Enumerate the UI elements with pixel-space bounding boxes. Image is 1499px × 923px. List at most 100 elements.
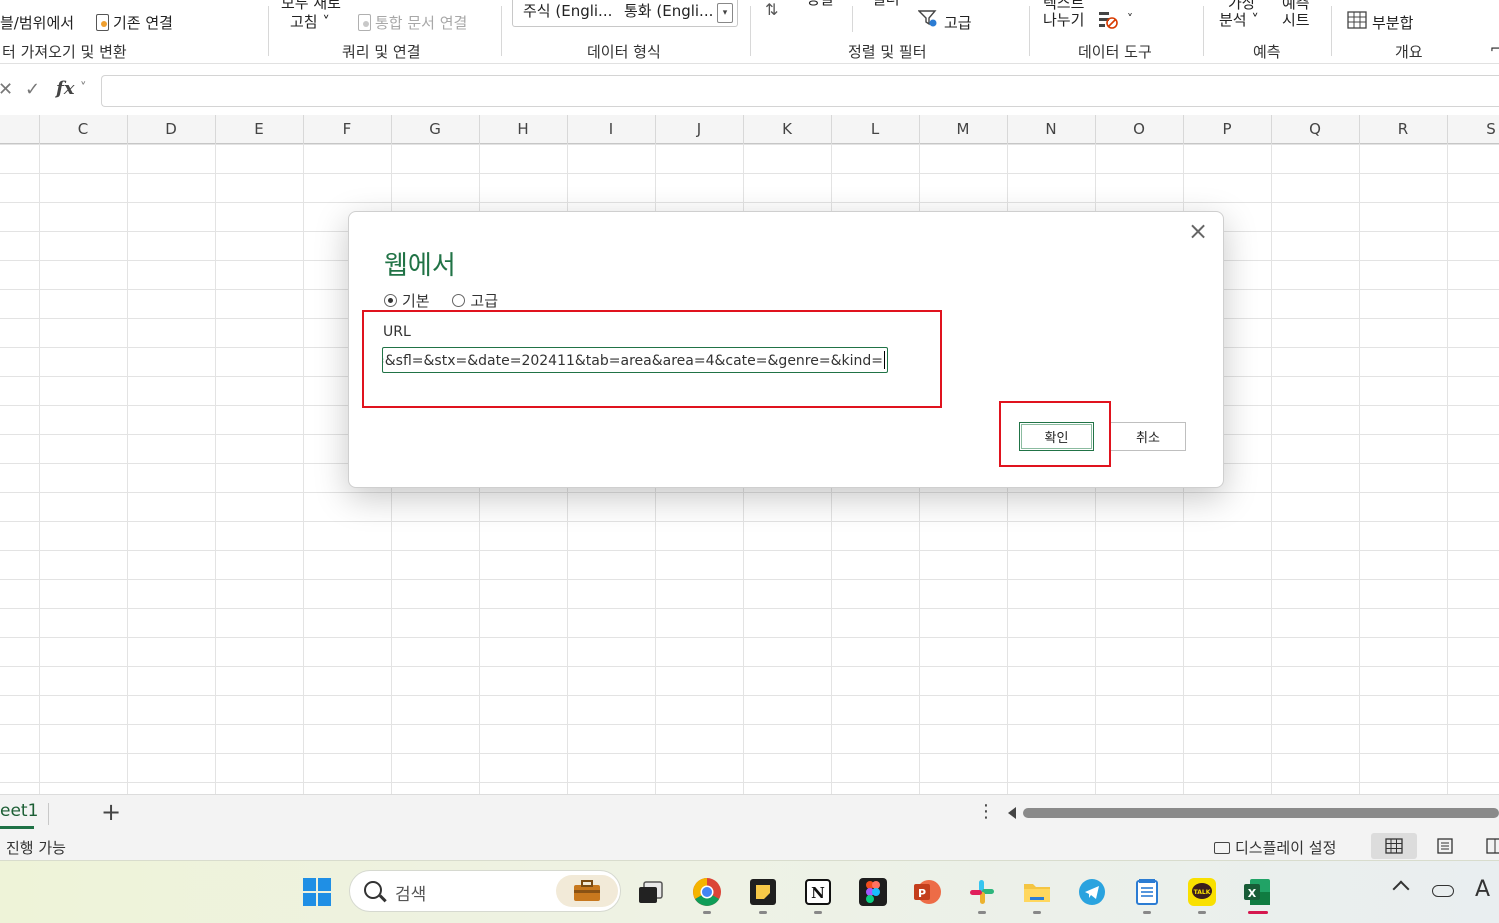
existing-connections-label: 기존 연결 [113, 14, 173, 32]
more-options-icon[interactable]: ⋮ [977, 801, 995, 822]
group-queries: 쿼리 및 연결 [342, 43, 421, 61]
column-separator[interactable] [391, 115, 392, 144]
page-layout-view-button[interactable] [1422, 833, 1468, 859]
sort-icon[interactable]: ⇅ [765, 0, 787, 20]
gallery-expand-icon[interactable]: ▾ [717, 3, 733, 23]
data-types-gallery: 주식 (Engli... 통화 (Engli... ▾ [512, 0, 738, 27]
column-header-i[interactable]: I [567, 120, 655, 138]
add-sheet-button[interactable]: + [101, 798, 121, 826]
running-indicator [1143, 911, 1151, 914]
stocks-data-type[interactable]: 주식 (Engli... [523, 0, 612, 21]
taskbar-search[interactable]: 검색 [349, 870, 621, 912]
sort-label[interactable]: 정렬 [806, 0, 834, 9]
page-break-view-button[interactable] [1472, 833, 1499, 859]
column-separator[interactable] [479, 115, 480, 144]
column-header-m[interactable]: M [919, 120, 1007, 138]
currency-data-type[interactable]: 통화 (Engli... [624, 0, 713, 21]
column-separator[interactable] [1359, 115, 1360, 144]
windows-start-icon[interactable] [302, 877, 332, 907]
radio-checked-icon[interactable] [384, 294, 397, 307]
column-separator[interactable] [1271, 115, 1272, 144]
telegram-icon[interactable] [1077, 877, 1107, 907]
column-header-e[interactable]: E [215, 120, 303, 138]
enter-icon[interactable]: ✓ [25, 79, 40, 100]
task-view-icon[interactable] [636, 877, 666, 907]
notepad-icon[interactable] [1132, 877, 1162, 907]
forecast-sheet-button[interactable]: 시트 [1282, 9, 1310, 30]
column-separator[interactable] [127, 115, 128, 144]
insert-function-icon[interactable]: fx [56, 78, 74, 99]
scroll-left-icon[interactable] [1008, 807, 1016, 819]
column-separator[interactable] [831, 115, 832, 144]
normal-view-button[interactable] [1371, 833, 1417, 859]
column-separator[interactable] [39, 115, 40, 144]
column-separator[interactable] [567, 115, 568, 144]
excel-icon[interactable]: X [1242, 877, 1272, 907]
column-header-k[interactable]: K [743, 120, 831, 138]
column-header-l[interactable]: L [831, 120, 919, 138]
column-separator[interactable] [1095, 115, 1096, 144]
formula-input[interactable] [101, 75, 1499, 107]
horizontal-scrollbar[interactable] [1023, 808, 1499, 818]
column-headers: CDEFGHIJKLMNOPQRS [0, 115, 1499, 144]
dialog-title: 웹에서 [384, 251, 456, 281]
column-separator[interactable] [215, 115, 216, 144]
slack-icon[interactable] [967, 877, 997, 907]
chrome-icon[interactable] [692, 877, 722, 907]
column-separator[interactable] [1183, 115, 1184, 144]
column-separator[interactable] [655, 115, 656, 144]
column-separator[interactable] [1447, 115, 1448, 144]
radio-unchecked-icon[interactable] [452, 294, 466, 307]
radio-advanced[interactable]: 고급 [452, 290, 498, 311]
powerpoint-icon[interactable]: P [912, 877, 942, 907]
refresh-all-button[interactable]: 고침 ˅ [290, 11, 330, 32]
column-header-n[interactable]: N [1007, 120, 1095, 138]
column-separator[interactable] [743, 115, 744, 144]
ribbon-separator [1331, 6, 1332, 56]
notion-icon[interactable]: N [803, 877, 833, 907]
running-indicator [1033, 911, 1041, 914]
collapse-ribbon-icon[interactable]: ⌐ [1490, 42, 1499, 57]
figma-icon[interactable] [858, 877, 888, 907]
column-header-d[interactable]: D [127, 120, 215, 138]
onedrive-cloud-icon[interactable] [1432, 885, 1454, 897]
column-header-q[interactable]: Q [1271, 120, 1359, 138]
file-explorer-icon[interactable] [1022, 877, 1052, 907]
running-indicator [814, 911, 822, 914]
column-header-o[interactable]: O [1095, 120, 1183, 138]
column-header-h[interactable]: H [479, 120, 567, 138]
kakaotalk-icon[interactable]: TALK [1187, 877, 1217, 907]
column-separator[interactable] [303, 115, 304, 144]
column-header-p[interactable]: P [1183, 120, 1271, 138]
what-if-analysis-button[interactable]: 분석 ˅ [1219, 9, 1259, 30]
cancel-icon[interactable]: ✕ [0, 79, 13, 100]
data-tools-dropdown-icon[interactable]: ˅ [1127, 12, 1133, 26]
sticky-notes-icon[interactable] [748, 877, 778, 907]
filter-label[interactable]: 필터 [872, 0, 900, 9]
column-header-c[interactable]: C [39, 120, 127, 138]
column-header-f[interactable]: F [303, 120, 391, 138]
chevron-down-icon[interactable]: ˅ [80, 81, 87, 96]
close-icon[interactable]: × [1185, 218, 1211, 244]
text-to-columns-button[interactable]: 나누기 [1043, 9, 1084, 30]
remove-duplicates-icon[interactable] [1098, 10, 1120, 30]
search-input[interactable]: 검색 [395, 880, 426, 905]
display-settings-button[interactable]: 디스플레이 설정 [1214, 837, 1336, 858]
subtotal-button[interactable]: 부분합 [1372, 12, 1413, 33]
column-separator[interactable] [919, 115, 920, 144]
column-separator[interactable] [1007, 115, 1008, 144]
sheet-tab-sheet1[interactable]: eet1 [0, 801, 38, 821]
column-header-j[interactable]: J [655, 120, 743, 138]
status-bar: 진행 가능 디스플레이 설정 [0, 832, 1499, 860]
radio-basic[interactable]: 기본 [384, 290, 430, 311]
column-header-r[interactable]: R [1359, 120, 1447, 138]
show-hidden-icons-chevron-up-icon[interactable] [1392, 880, 1410, 898]
cancel-button[interactable]: 취소 [1110, 422, 1186, 451]
column-header-g[interactable]: G [391, 120, 479, 138]
ribbon-separator [1029, 6, 1030, 56]
column-header-s[interactable]: S [1447, 120, 1499, 138]
advanced-filter-button[interactable]: 고급 [944, 12, 972, 33]
from-table-button[interactable]: 블/범위에서 [0, 12, 74, 33]
input-method-indicator[interactable]: A [1475, 877, 1490, 902]
existing-connections-button[interactable]: 기존 연결 [96, 12, 173, 33]
